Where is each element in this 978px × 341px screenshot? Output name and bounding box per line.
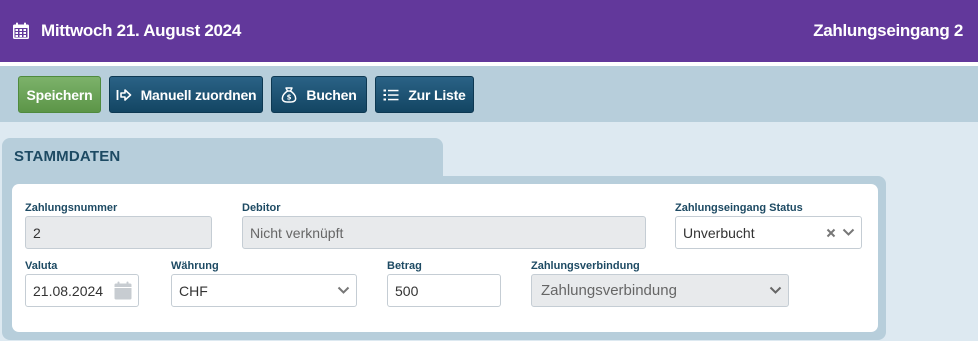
sign-in-icon (116, 88, 132, 102)
clear-icon[interactable] (826, 228, 836, 238)
status-label: Zahlungseingang Status (675, 202, 803, 214)
waehrung-label: Währung (171, 260, 219, 272)
betrag-label: Betrag (387, 260, 422, 272)
page-header: Mittwoch 21. August 2024 Zahlungseingang… (0, 0, 978, 62)
zahlungsverbindung-placeholder: Zahlungsverbindung (541, 282, 677, 299)
betrag-value: 500 (395, 282, 419, 299)
manual-assign-label: Manuell zuordnen (140, 86, 257, 103)
valuta-label: Valuta (25, 260, 58, 272)
waehrung-value: CHF (179, 282, 208, 299)
chevron-down-icon[interactable] (769, 286, 782, 295)
book-button[interactable]: $ Buchen (271, 76, 367, 113)
save-button[interactable]: Speichern (18, 76, 101, 113)
section-tab: STAMMDATEN (2, 138, 443, 178)
status-value: Unverbucht (683, 224, 755, 241)
waehrung-select[interactable]: CHF (171, 274, 357, 307)
stammdaten-panel: Zahlungsnummer 2 Debitor Nicht verknüpft… (2, 176, 886, 340)
to-list-button[interactable]: Zur Liste (375, 76, 474, 113)
book-button-label: Buchen (306, 86, 357, 103)
manual-assign-button[interactable]: Manuell zuordnen (109, 76, 263, 113)
betrag-field[interactable]: 500 (387, 274, 501, 307)
header-date: Mittwoch 21. August 2024 (12, 18, 241, 44)
section-title: STAMMDATEN (14, 148, 121, 165)
calendar-icon (13, 22, 29, 39)
zahlungsverbindung-select[interactable]: Zahlungsverbindung (531, 274, 789, 307)
list-icon (383, 88, 399, 102)
calendar-picker-icon[interactable] (114, 281, 132, 300)
chevron-down-icon[interactable] (337, 286, 350, 295)
header-date-text: Mittwoch 21. August 2024 (41, 21, 241, 40)
chevron-down-icon[interactable] (842, 228, 855, 237)
page-title: Zahlungseingang 2 (813, 21, 963, 40)
stammdaten-card: Zahlungsnummer 2 Debitor Nicht verknüpft… (12, 184, 878, 332)
debitor-value: Nicht verknüpft (250, 224, 344, 241)
zahlungsverbindung-label: Zahlungsverbindung (531, 260, 640, 272)
toolbar: Speichern Manuell zuordnen $ Buchen Zur … (0, 66, 978, 122)
valuta-value: 21.08.2024 (33, 282, 104, 299)
to-list-label: Zur Liste (408, 86, 466, 103)
debitor-label: Debitor (242, 202, 281, 214)
zahlungsnummer-label: Zahlungsnummer (25, 202, 118, 214)
svg-text:$: $ (287, 94, 292, 102)
debitor-field[interactable]: Nicht verknüpft (242, 216, 646, 249)
zahlungsnummer-value: 2 (33, 224, 41, 241)
save-button-label: Speichern (26, 86, 93, 103)
zahlungsnummer-field[interactable]: 2 (25, 216, 212, 249)
money-bag-icon: $ (281, 86, 297, 103)
valuta-field[interactable]: 21.08.2024 (25, 274, 139, 307)
status-select[interactable]: Unverbucht (675, 216, 862, 249)
